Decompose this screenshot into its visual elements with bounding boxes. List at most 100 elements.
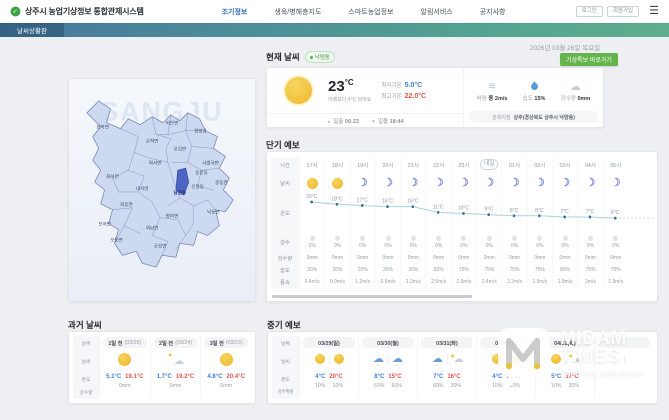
mid-pm-weather-icon <box>334 354 344 364</box>
precip-amount: 0mm <box>426 252 450 264</box>
precip-amount: 0mm <box>325 252 349 264</box>
mid-high-temp: 19°C <box>506 374 519 380</box>
signup-button[interactable]: 회원가입 <box>607 6 639 18</box>
hour-label: 22시 <box>433 161 444 169</box>
precip-drop-icon <box>612 234 619 241</box>
hourly-weather-icon <box>509 178 520 189</box>
hourly-weather-icon <box>585 178 596 189</box>
mid-high-temp: 17°C <box>565 374 578 380</box>
app-logo[interactable]: 상주시 농업기상정보 통합관제시스템 <box>10 6 144 17</box>
precip-drop-icon <box>486 234 493 241</box>
precip-drop-icon <box>511 234 518 241</box>
mid-am-pop: 60% <box>433 383 444 389</box>
precip-amount: 0mm <box>528 252 552 264</box>
past-row-labels: 날짜 날씨 온도 강수량 <box>73 336 99 399</box>
weather-stat: 습도 15% <box>523 81 546 102</box>
humidity-value: 60% <box>426 264 450 276</box>
past-day-header: 2일 전(03/24) <box>154 337 197 348</box>
mid-day-date: 04/01(수) <box>480 337 531 348</box>
hour-label: 02시 <box>534 161 545 169</box>
mid-am-weather-icon <box>610 354 620 364</box>
precip-probability: 0% <box>536 243 543 249</box>
sunrise-time: 06:23 <box>345 119 359 125</box>
horizontal-scrollbar[interactable] <box>272 295 472 298</box>
sangju-district-map[interactable]: SANGJU <box>68 78 256 302</box>
precip-amount: 0mm <box>477 252 501 264</box>
past-rain-amount: 0mm <box>220 383 232 389</box>
mid-pm-weather-icon <box>629 354 639 364</box>
precip-probability: 0% <box>587 243 594 249</box>
past-day-columns: 1일 전(03/25) 5.1°C 19.1°C 0mm 2일 전(03/24) <box>99 336 251 399</box>
svg-text:7°C: 7°C <box>586 209 595 215</box>
top-header: 상주시 농업기상정보 통합관제시스템 조기정보 생육/병해충지도 스마트농업정보… <box>0 0 669 23</box>
tab-weather-board[interactable]: 날씨상황판 <box>0 23 64 37</box>
svg-text:내서면: 내서면 <box>136 185 149 192</box>
logo-swirl-icon <box>10 6 21 17</box>
wind-value: 1.2m/s <box>401 276 425 288</box>
precip-drop-icon <box>435 234 442 241</box>
nav-item[interactable]: 조기정보 <box>222 7 248 17</box>
weather-alert-button[interactable]: 기상특보 바로가기 <box>560 53 618 66</box>
hourly-weather-icon <box>408 178 419 189</box>
wind-value: 0.9m/s <box>325 276 349 288</box>
sunset-icon: ▼ <box>371 119 376 125</box>
precip-amount: 0mm <box>604 252 628 264</box>
login-button[interactable]: 로그인 <box>576 6 603 18</box>
hour-label: 내일 <box>480 159 498 170</box>
svg-text:은척면: 은척면 <box>146 138 159 145</box>
svg-text:9°C: 9°C <box>485 207 494 213</box>
past-day-header: 1일 전(03/25) <box>103 337 146 348</box>
auth-area: 로그인 회원가입 ☰ <box>576 6 659 18</box>
hourly-weather-icon <box>383 178 394 189</box>
wind-value: 1.9m/s <box>604 276 628 288</box>
hour-label: 20시 <box>382 161 393 169</box>
nav-item[interactable]: 스마트농업정보 <box>348 7 393 17</box>
hourly-weather-icon <box>534 178 545 189</box>
mid-low-temp: 8°C <box>374 374 384 380</box>
mid-am-weather-icon <box>492 354 502 364</box>
precip-drop-icon <box>410 234 417 241</box>
temp-compare-text: 어제보다 4°C 낮아요 <box>328 96 371 103</box>
precip-drop-icon <box>536 234 543 241</box>
precip-probability: 0% <box>334 243 341 249</box>
precip-probability: 0% <box>410 243 417 249</box>
precip-probability: 0% <box>460 243 467 249</box>
precip-drop-icon <box>460 234 467 241</box>
past-day-column: 2일 전(03/24) 1.7°C 19.2°C 0mm <box>150 336 201 399</box>
main-nav: 조기정보 생육/병해충지도 스마트농업정보 알림서비스 공지사항 <box>222 7 506 17</box>
weather-stat-icon <box>486 81 498 93</box>
wind-value: 1.9m/s <box>528 276 552 288</box>
nav-item[interactable]: 알림서비스 <box>421 7 453 17</box>
humidity-value: 75% <box>477 264 501 276</box>
precip-probability: 0% <box>612 243 619 249</box>
svg-text:16°C: 16°C <box>407 199 419 205</box>
past-low-temp: 5.1°C <box>106 374 121 380</box>
max-temp-value: 22.0°C <box>405 93 426 100</box>
nav-item[interactable]: 생육/병해충지도 <box>274 7 321 17</box>
mid-day-date: 04/02(목) <box>539 337 590 348</box>
precip-amount: 0mm <box>351 252 375 264</box>
hourly-weather-icon <box>484 178 495 189</box>
precip-amount: 0mm <box>376 252 400 264</box>
wind-value: 2.4m/s <box>300 276 324 288</box>
temperature-line-chart: 20°C18°C17°C16°C16°C11°C10°C9°C8°C8°C7°C… <box>299 194 657 232</box>
hour-label: 01시 <box>509 161 520 169</box>
hamburger-menu-icon[interactable]: ☰ <box>649 6 659 17</box>
mid-day-column: 03/31(화) 7°C 16°C 60% 30% <box>417 336 476 399</box>
current-weather-title: 현재 날씨 <box>266 51 300 63</box>
svg-text:10°C: 10°C <box>458 206 470 212</box>
svg-text:18°C: 18°C <box>331 196 343 202</box>
svg-text:7°C: 7°C <box>560 209 569 215</box>
precip-amount: 0mm <box>578 252 602 264</box>
nav-item[interactable]: 공지사항 <box>480 7 506 17</box>
past-day-header: 3일 전(03/23) <box>204 337 247 348</box>
precip-probability: 0% <box>309 243 316 249</box>
mid-high-temp: 15°C <box>388 374 401 380</box>
past-high-temp: 19.2°C <box>176 374 194 380</box>
precip-amount: 0mm <box>553 252 577 264</box>
precip-probability: 0% <box>486 243 493 249</box>
past-high-temp: 19.1°C <box>125 374 143 380</box>
svg-text:17°C: 17°C <box>357 197 369 203</box>
mid-am-pop: 10% <box>492 383 503 389</box>
sub-nav-bar: 날씨상황판 <box>0 23 669 37</box>
